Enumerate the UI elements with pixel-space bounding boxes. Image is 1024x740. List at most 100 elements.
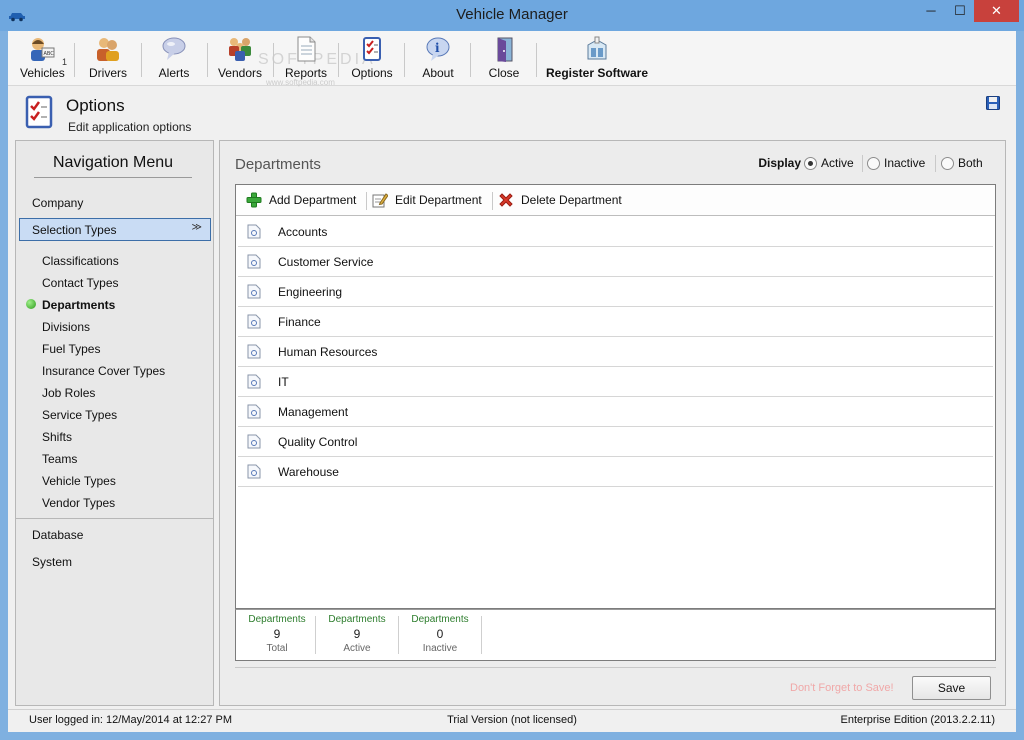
nav-sub-item-job-roles[interactable]: Job Roles (42, 386, 95, 400)
edit-department-label: Edit Department (395, 193, 482, 207)
nav-sub-item-departments[interactable]: Departments (42, 298, 115, 312)
nav-sub-item-shifts[interactable]: Shifts (42, 430, 72, 444)
department-record-icon (247, 284, 261, 299)
stat-header: Departments (248, 614, 306, 625)
department-record-icon (247, 314, 261, 329)
department-name: Engineering (278, 285, 343, 299)
save-disk-icon[interactable] (986, 96, 1000, 110)
table-row[interactable]: Human Resources (238, 337, 993, 367)
toolbar-about-button[interactable]: i About (418, 35, 458, 83)
table-row[interactable]: Accounts (238, 217, 993, 247)
department-record-icon (247, 224, 261, 239)
nav-sub-item-vehicle-types[interactable]: Vehicle Types (42, 474, 116, 488)
save-reminder-text: Don't Forget to Save! (790, 682, 894, 694)
toolbar-separator (207, 43, 208, 77)
register-icon (587, 36, 607, 60)
stat-active: Departments 9 Active (316, 614, 398, 654)
toolbar-reports-button[interactable]: Reports (285, 35, 327, 83)
toolbar-vendors-button[interactable]: Vendors (216, 35, 264, 83)
department-name: Management (278, 405, 349, 419)
status-edition: Enterprise Edition (2013.2.2.11) (840, 714, 996, 726)
department-stats: Departments 9 Total Departments 9 Active… (235, 609, 996, 661)
nav-item-system[interactable]: System (32, 555, 72, 569)
table-row[interactable]: Warehouse (238, 457, 993, 487)
chevron-down-icon: ≫ (191, 222, 202, 233)
add-department-button[interactable]: Add Department (246, 191, 361, 209)
stat-value: 0 (436, 627, 444, 641)
navigation-menu: Navigation Menu Company Selection Types … (15, 140, 214, 706)
toolbar-drivers-button[interactable]: Drivers (88, 35, 128, 83)
nav-sub-item-contact-types[interactable]: Contact Types (42, 276, 119, 290)
window-title: Vehicle Manager (456, 6, 568, 23)
toolbar-separator (141, 43, 142, 77)
table-row[interactable]: Quality Control (238, 427, 993, 457)
stat-header: Departments (328, 614, 386, 625)
toolbar-vehicles-button[interactable]: ABC 1 Vehicles (20, 35, 67, 83)
nav-sub-item-service-types[interactable]: Service Types (42, 408, 117, 422)
toolbar-options-label: Options (351, 66, 393, 80)
toolbar-options-button[interactable]: Options (351, 35, 393, 83)
display-active-label: Active (821, 156, 854, 170)
toolbar-separator (338, 43, 339, 77)
edit-pencil-icon (372, 193, 388, 208)
toolbar-separator (74, 43, 75, 77)
toolbar-drivers-label: Drivers (89, 66, 127, 80)
display-both-radio[interactable]: Both (941, 155, 991, 173)
table-row[interactable]: IT (238, 367, 993, 397)
display-both-label: Both (958, 156, 983, 170)
department-record-icon (247, 404, 261, 419)
svg-text:ABC: ABC (44, 51, 55, 57)
toolbar-alerts-label: Alerts (158, 66, 190, 80)
options-header-icon (25, 95, 53, 129)
page-subtitle: Edit application options (68, 120, 192, 134)
nav-item-database[interactable]: Database (32, 528, 83, 542)
display-label: Display (758, 156, 801, 170)
nav-item-selection-types[interactable]: Selection Types ≫ (19, 218, 211, 241)
client-area: SOFTPEDIA www.softpedia.com ABC 1 Vehicl… (8, 31, 1016, 732)
display-filter: Display Active Inactive Both (745, 155, 995, 173)
stat-label: Inactive (422, 643, 458, 654)
toolbar-separator (273, 43, 274, 77)
footer-divider (235, 667, 996, 668)
active-indicator-icon (26, 299, 36, 309)
display-active-radio[interactable]: Active (804, 155, 860, 173)
departments-grid: Add Department Edit Department Delete De… (235, 184, 996, 609)
svg-text:i: i (435, 41, 440, 55)
table-row[interactable]: Engineering (238, 277, 993, 307)
drivers-icon (97, 38, 119, 61)
reports-icon (297, 36, 316, 62)
radio-separator (935, 155, 936, 172)
toolbar-register-button[interactable]: Register Software (544, 35, 650, 83)
nav-sub-item-fuel-types[interactable]: Fuel Types (42, 342, 100, 356)
table-row[interactable]: Finance (238, 307, 993, 337)
alerts-icon (162, 37, 186, 60)
add-department-label: Add Department (269, 193, 357, 207)
nav-item-company[interactable]: Company (32, 196, 83, 210)
toolbar-alerts-button[interactable]: Alerts (154, 35, 194, 83)
close-window-button[interactable]: ✕ (974, 0, 1019, 22)
nav-divider (16, 518, 213, 519)
toolbar-close-button[interactable]: Close (484, 35, 524, 83)
toolbar-close-label: Close (488, 66, 520, 80)
toolbar-separator (470, 43, 471, 77)
add-plus-icon (246, 192, 262, 208)
minimize-button[interactable]: ─ (917, 0, 945, 22)
delete-department-button[interactable]: Delete Department (498, 191, 630, 209)
display-inactive-radio[interactable]: Inactive (867, 155, 933, 173)
table-row[interactable]: Management (238, 397, 993, 427)
nav-sub-item-insurance-cover-types[interactable]: Insurance Cover Types (42, 364, 165, 378)
nav-sub-item-teams[interactable]: Teams (42, 452, 77, 466)
vendors-icon (229, 38, 251, 61)
maximize-button[interactable]: ☐ (946, 0, 974, 22)
nav-sub-item-classifications[interactable]: Classifications (42, 254, 119, 268)
delete-x-icon (499, 193, 513, 207)
nav-sub-item-vendor-types[interactable]: Vendor Types (42, 496, 115, 510)
save-button[interactable]: Save (912, 676, 991, 700)
table-row[interactable]: Customer Service (238, 247, 993, 277)
radio-unselected-icon (867, 157, 880, 170)
edit-department-button[interactable]: Edit Department (372, 191, 487, 209)
page-title: Options (66, 96, 125, 115)
department-name: Accounts (278, 225, 328, 239)
nav-sub-item-divisions[interactable]: Divisions (42, 320, 90, 334)
department-name: IT (278, 375, 289, 389)
